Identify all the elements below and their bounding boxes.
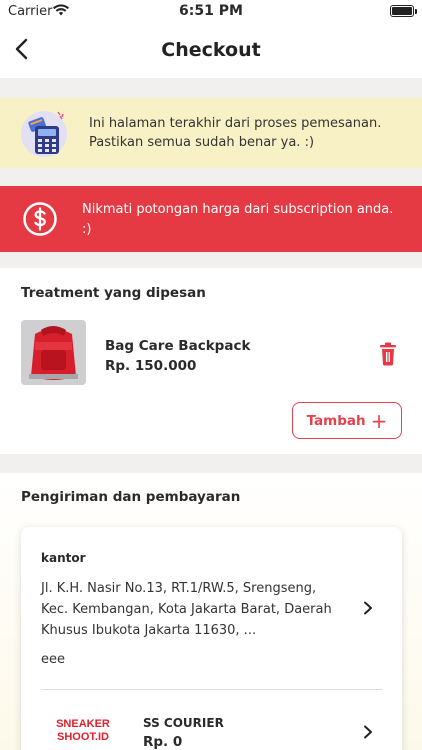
address-text: Jl. K.H. Nasir No.13, RT.1/RW.5, Srengse… — [41, 581, 332, 638]
clock: 6:51 PM — [179, 3, 243, 19]
svg-text:SNEAKER: SNEAKER — [56, 718, 110, 730]
divider — [41, 689, 382, 690]
plus-icon: + — [370, 408, 388, 433]
shipping-card: kantor Jl. K.H. Nasir No.13, RT.1/RW.5, … — [21, 527, 402, 750]
trash-icon[interactable] — [378, 342, 398, 366]
address-note: eee — [41, 652, 65, 667]
info-banner: Ini halaman terakhir dari proses pemesan… — [0, 98, 422, 168]
treatment-section-title: Treatment yang dipesan — [21, 285, 206, 301]
promo-banner: Nikmati potongan harga dari subscription… — [0, 186, 422, 252]
address-label: kantor — [41, 551, 86, 565]
battery-icon — [390, 5, 414, 17]
svg-text:SHOOT.ID: SHOOT.ID — [57, 731, 109, 743]
add-treatment-button[interactable]: Tambah + — [292, 402, 402, 439]
add-button-label: Tambah — [306, 412, 366, 429]
info-banner-text: Ini halaman terakhir dari proses pemesan… — [89, 116, 382, 150]
treatment-section: Treatment yang dipesan Bag Care Backpack… — [0, 268, 422, 454]
chevron-right-icon[interactable] — [361, 724, 375, 739]
battery-tip — [415, 9, 417, 14]
product-thumbnail — [21, 320, 86, 385]
page-title: Checkout — [161, 39, 261, 61]
shipping-section: Pengiriman dan pembayaran kantor Jl. K.H… — [0, 473, 422, 750]
courier-name: SS COURIER — [143, 716, 224, 730]
courier-logo: SNEAKER SHOOT.ID — [53, 715, 113, 745]
product-price: Rp. 150.000 — [105, 358, 197, 374]
dollar-circle-icon — [22, 201, 58, 237]
nav-bar: Checkout — [0, 24, 422, 78]
product-name: Bag Care Backpack — [105, 338, 251, 354]
courier-price: Rp. 0 — [143, 734, 183, 750]
chevron-right-icon[interactable] — [361, 600, 375, 615]
shipping-section-title: Pengiriman dan pembayaran — [21, 489, 241, 505]
status-bar: Carrier 6:51 PM — [0, 0, 422, 24]
payment-terminal-icon — [18, 106, 70, 158]
promo-banner-text: Nikmati potongan harga dari subscription… — [82, 202, 394, 237]
